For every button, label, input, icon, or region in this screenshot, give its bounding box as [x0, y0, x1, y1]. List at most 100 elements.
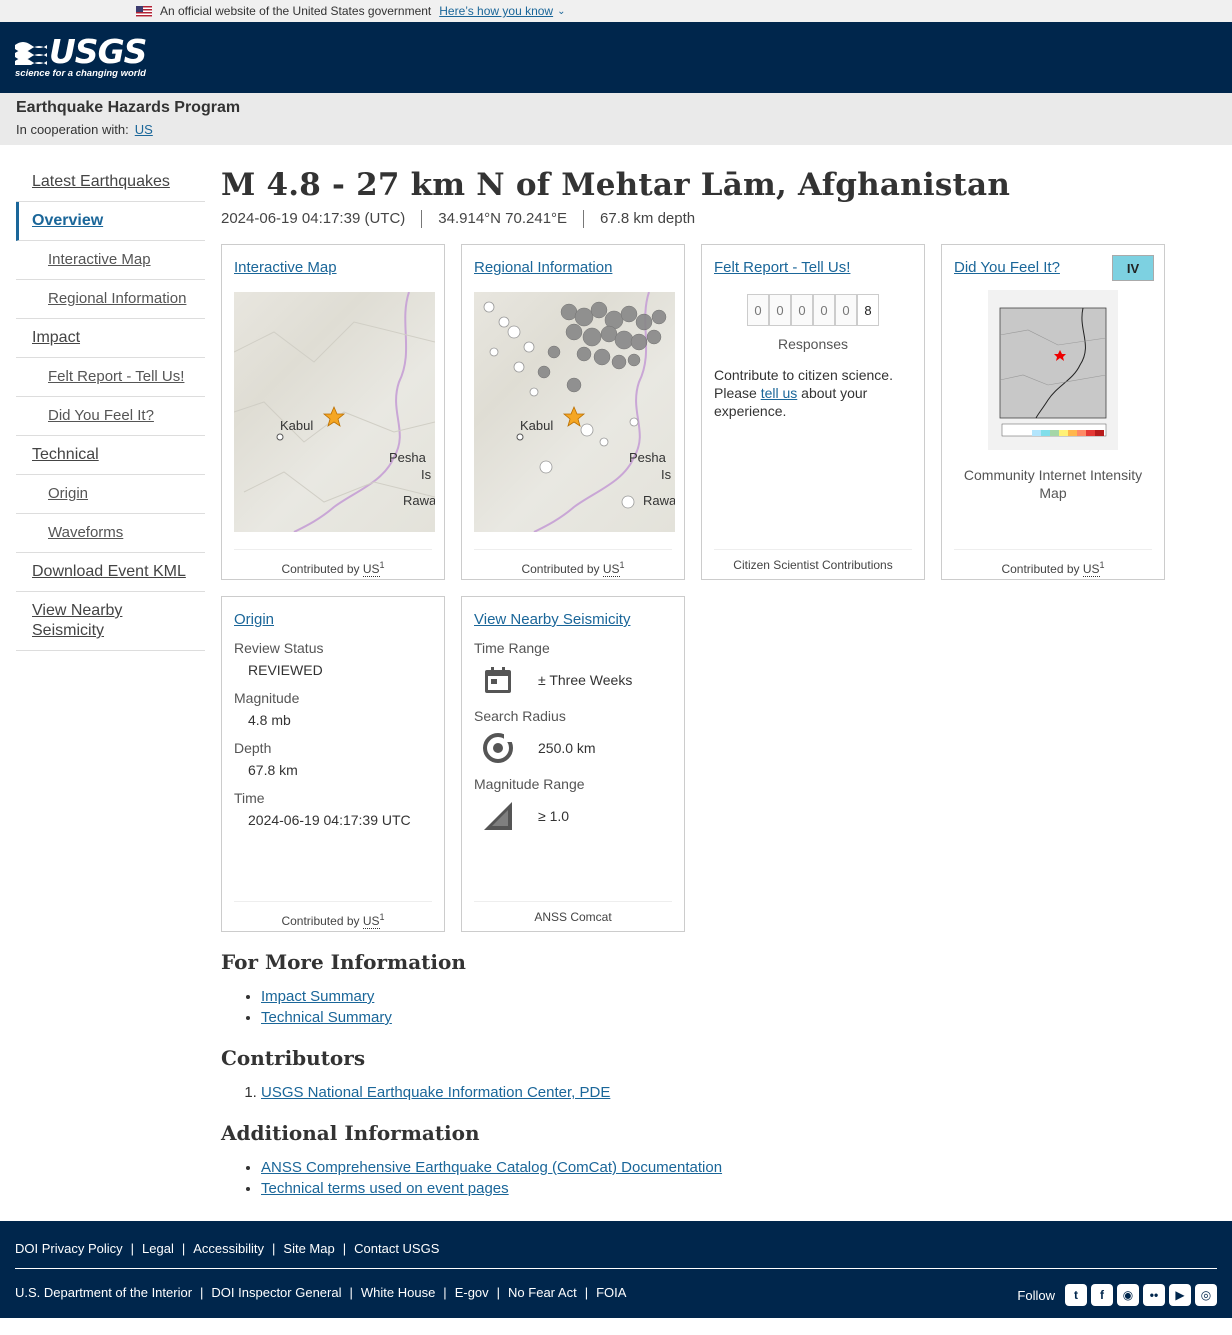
interactive-map-thumbnail[interactable]: Kabul Pesha Is Rawa: [234, 292, 435, 532]
usgs-logo[interactable]: USGS science for a changing world: [15, 31, 147, 79]
coop-link[interactable]: US: [135, 122, 153, 137]
origin-card: Origin Review Status REVIEWED Magnitude …: [221, 596, 445, 932]
map-label: Is: [661, 467, 672, 482]
sidebar-item-impact[interactable]: Impact: [16, 319, 205, 358]
us-flag-icon: [136, 5, 152, 17]
map-label: Pesha: [629, 450, 667, 465]
interactive-map-link[interactable]: Interactive Map: [234, 259, 337, 276]
gov-banner: An official website of the United States…: [0, 0, 1232, 22]
card-footer: Contributed by US1: [474, 549, 672, 579]
time-label: Time: [234, 790, 265, 806]
chevron-down-icon[interactable]: ⌄: [557, 6, 565, 17]
sidebar-item-technical[interactable]: Technical: [16, 436, 205, 475]
map-label: Rawa: [403, 493, 435, 508]
doi-privacy-link[interactable]: DOI Privacy Policy: [15, 1241, 123, 1256]
event-depth: 67.8 km depth: [583, 210, 711, 228]
card-grid: Interactive Map Kabul Pesha Is Rawa Cont…: [221, 244, 1221, 932]
card-footer: ANSS Comcat: [474, 901, 672, 931]
program-bar: Earthquake Hazards Program In cooperatio…: [0, 93, 1232, 145]
github-icon[interactable]: ◉: [1117, 1284, 1139, 1306]
depth-value: 67.8 km: [248, 762, 298, 778]
inspector-general-link[interactable]: DOI Inspector General: [211, 1285, 341, 1300]
dyfi-link[interactable]: Did You Feel It?: [954, 259, 1060, 276]
contributors-heading: Contributors: [221, 1046, 366, 1070]
doi-link[interactable]: U.S. Department of the Interior: [15, 1285, 192, 1300]
egov-link[interactable]: E-gov: [455, 1285, 489, 1300]
counter-digit: 0: [835, 294, 857, 326]
counter-digit: 0: [747, 294, 769, 326]
coop-label: In cooperation with:: [16, 122, 129, 137]
sidebar-item-felt-report[interactable]: Felt Report - Tell Us!: [16, 358, 205, 397]
foia-link[interactable]: FOIA: [596, 1285, 626, 1300]
magnitude-value: 4.8 mb: [248, 712, 291, 728]
event-meta: 2024-06-19 04:17:39 (UTC) 34.914°N 70.24…: [221, 210, 1221, 228]
main-content: M 4.8 - 27 km N of Mehtar Lām, Afghanist…: [221, 163, 1221, 1199]
nearby-seismicity-card: View Nearby Seismicity Time Range ± Thre…: [461, 596, 685, 932]
counter-digit: 0: [769, 294, 791, 326]
epicenter-star-icon: [562, 405, 586, 427]
dyfi-card: Did You Feel It? IV Community Internet I…: [941, 244, 1165, 580]
counter-digit: 0: [791, 294, 813, 326]
contributor-link[interactable]: USGS National Earthquake Information Cen…: [261, 1084, 610, 1101]
review-status-value: REVIEWED: [248, 662, 323, 678]
event-location: 34.914°N 70.241°E: [421, 210, 583, 228]
no-fear-act-link[interactable]: No Fear Act: [508, 1285, 577, 1300]
regional-map-thumbnail[interactable]: Kabul Pesha Is Rawa: [474, 292, 675, 532]
sidebar-item-dyfi[interactable]: Did You Feel It?: [16, 397, 205, 436]
map-label: Pesha: [389, 450, 427, 465]
map-label: Rawa: [643, 493, 675, 508]
felt-report-link[interactable]: Felt Report - Tell Us!: [714, 259, 850, 276]
magnitude-range-label: Magnitude Range: [474, 776, 585, 792]
more-info-heading: For More Information: [221, 950, 466, 974]
additional-info-list: ANSS Comprehensive Earthquake Catalog (C…: [261, 1157, 1221, 1199]
impact-summary-link[interactable]: Impact Summary: [261, 988, 374, 1005]
instagram-icon[interactable]: ◎: [1195, 1284, 1217, 1306]
site-header: USGS science for a changing world: [0, 22, 1232, 93]
radius-target-icon: [483, 733, 513, 763]
sidebar-item-origin[interactable]: Origin: [16, 475, 205, 514]
felt-report-card: Felt Report - Tell Us! 0 0 0 0 0 8 Respo…: [701, 244, 925, 580]
map-label: Kabul: [520, 418, 553, 433]
response-counter: 0 0 0 0 0 8: [714, 294, 912, 326]
regional-info-link[interactable]: Regional Information: [474, 259, 612, 276]
intensity-map-image[interactable]: [988, 290, 1118, 450]
regional-info-card: Regional Information Kabul Pesha Is Rawa…: [461, 244, 685, 580]
flickr-icon[interactable]: ••: [1143, 1284, 1165, 1306]
time-range-label: Time Range: [474, 640, 550, 656]
youtube-icon[interactable]: ▶: [1169, 1284, 1191, 1306]
program-coop: In cooperation with: US: [16, 122, 1216, 137]
epicenter-star-icon: [322, 405, 346, 427]
social-follow: Follow t f ◉ •• ▶ ◎: [1017, 1284, 1217, 1306]
magnitude-ramp-icon: [484, 802, 512, 830]
technical-summary-link[interactable]: Technical Summary: [261, 1009, 392, 1026]
origin-link[interactable]: Origin: [234, 611, 274, 628]
tell-us-link[interactable]: tell us: [761, 385, 798, 401]
review-status-label: Review Status: [234, 640, 324, 656]
white-house-link[interactable]: White House: [361, 1285, 435, 1300]
sidebar-item-regional-information[interactable]: Regional Information: [16, 280, 205, 319]
site-map-link[interactable]: Site Map: [283, 1241, 334, 1256]
sidebar-item-waveforms[interactable]: Waveforms: [16, 514, 205, 553]
how-you-know-link[interactable]: Here’s how you know: [439, 4, 553, 18]
sidebar-item-nearby-seismicity[interactable]: View Nearby Seismicity: [16, 592, 205, 651]
comcat-docs-link[interactable]: ANSS Comprehensive Earthquake Catalog (C…: [261, 1159, 722, 1176]
sidebar-item-latest-earthquakes[interactable]: Latest Earthquakes: [16, 163, 205, 202]
event-title: M 4.8 - 27 km N of Mehtar Lām, Afghanist…: [221, 167, 1011, 203]
legal-link[interactable]: Legal: [142, 1241, 174, 1256]
sidebar-item-interactive-map[interactable]: Interactive Map: [16, 241, 205, 280]
logo-text: USGS: [49, 31, 147, 71]
gov-banner-text: An official website of the United States…: [160, 4, 432, 18]
interactive-map-card: Interactive Map Kabul Pesha Is Rawa Cont…: [221, 244, 445, 580]
sidebar-item-download-kml[interactable]: Download Event KML: [16, 553, 205, 592]
twitter-icon[interactable]: t: [1065, 1284, 1087, 1306]
counter-digit: 0: [813, 294, 835, 326]
facebook-icon[interactable]: f: [1091, 1284, 1113, 1306]
accessibility-link[interactable]: Accessibility: [193, 1241, 264, 1256]
event-time: 2024-06-19 04:17:39 (UTC): [221, 210, 406, 227]
responses-label: Responses: [777, 336, 849, 352]
technical-terms-link[interactable]: Technical terms used on event pages: [261, 1180, 509, 1197]
contact-usgs-link[interactable]: Contact USGS: [354, 1241, 439, 1256]
nearby-seismicity-link[interactable]: View Nearby Seismicity: [474, 611, 630, 628]
sidebar-item-overview[interactable]: Overview: [16, 202, 205, 241]
calendar-icon: [485, 667, 511, 693]
